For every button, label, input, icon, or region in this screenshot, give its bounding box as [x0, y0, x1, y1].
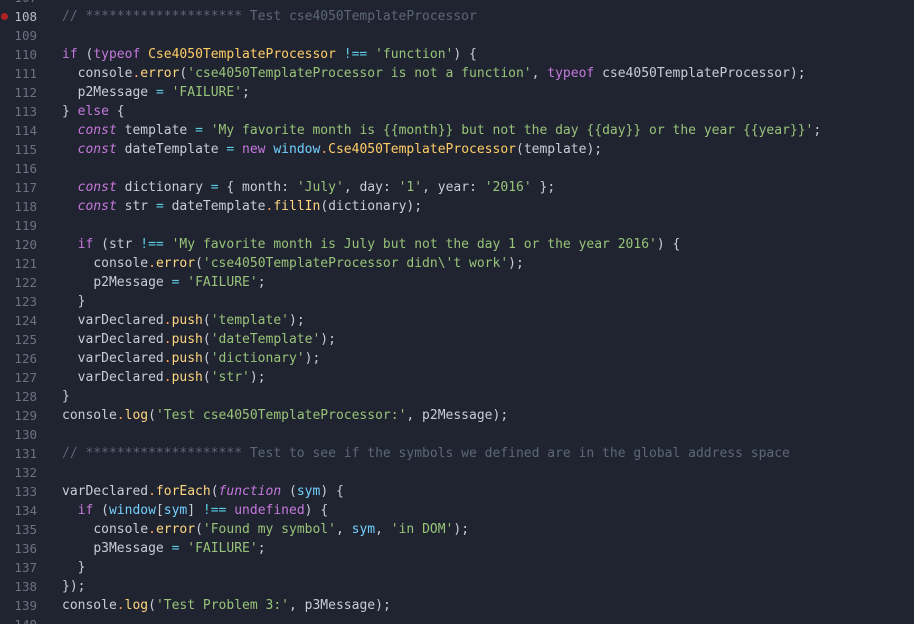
code-text: if (typeof Cse4050TemplateProcessor !== …: [62, 47, 477, 62]
code-text: const dateTemplate = new window.Cse4050T…: [77, 142, 603, 157]
line-number[interactable]: 123: [0, 292, 37, 311]
line-number[interactable]: 139: [0, 596, 37, 615]
code-line[interactable]: 124 varDeclared.push('template');: [0, 311, 914, 330]
line-number[interactable]: 111: [0, 64, 37, 83]
code-line[interactable]: 138});: [0, 577, 914, 596]
line-number[interactable]: 121: [0, 254, 37, 273]
line-number[interactable]: 140: [0, 615, 37, 624]
code-text: const template = 'My favorite month is {…: [77, 123, 822, 138]
line-number[interactable]: 112: [0, 83, 37, 102]
code-line[interactable]: 135 console.error('Found my symbol', sym…: [0, 520, 914, 539]
line-number[interactable]: 131: [0, 444, 37, 463]
line-number[interactable]: 115: [0, 140, 37, 159]
code-line[interactable]: 107: [0, 0, 914, 7]
code-line[interactable]: 123 }: [0, 292, 914, 311]
code-text: });: [62, 579, 86, 594]
code-text: varDeclared.push('dateTemplate');: [77, 332, 336, 347]
code-text: varDeclared.push('str');: [77, 370, 266, 385]
line-number[interactable]: 113: [0, 102, 37, 121]
code-line[interactable]: 114 const template = 'My favorite month …: [0, 121, 914, 140]
code-line[interactable]: 121 console.error('cse4050TemplateProces…: [0, 254, 914, 273]
code-line[interactable]: 130: [0, 425, 914, 444]
code-text: p3Message = 'FAILURE';: [93, 541, 266, 556]
line-number[interactable]: 119: [0, 216, 37, 235]
code-text: } else {: [62, 104, 125, 119]
line-number[interactable]: 126: [0, 349, 37, 368]
code-text: console.log('Test cse4050TemplateProcess…: [62, 408, 509, 423]
line-number[interactable]: 129: [0, 406, 37, 425]
code-text: varDeclared.push('dictionary');: [77, 351, 321, 366]
code-text: console.error('cse4050TemplateProcessor …: [93, 256, 524, 271]
code-line[interactable]: 119: [0, 216, 914, 235]
line-number[interactable]: 128: [0, 387, 37, 406]
line-number[interactable]: 125: [0, 330, 37, 349]
code-text: const str = dateTemplate.fillIn(dictiona…: [77, 199, 423, 214]
code-text: p2Message = 'FAILURE';: [93, 275, 266, 290]
code-line[interactable]: 131 // ******************** Test to see i…: [0, 444, 914, 463]
line-number[interactable]: 107: [0, 0, 37, 7]
line-number[interactable]: 137: [0, 558, 37, 577]
code-text: // ******************** Test to see if t…: [62, 446, 790, 461]
code-text: // ******************** Test cse4050Temp…: [62, 9, 477, 24]
code-line[interactable]: 133 varDeclared.forEach(function (sym) {: [0, 482, 914, 501]
code-text: if (window[sym] !== undefined) {: [77, 503, 329, 518]
line-number[interactable]: 133: [0, 482, 37, 501]
line-number[interactable]: 127: [0, 368, 37, 387]
code-line[interactable]: 132: [0, 463, 914, 482]
line-number[interactable]: 122: [0, 273, 37, 292]
code-line[interactable]: 112 p2Message = 'FAILURE';: [0, 83, 914, 102]
line-number[interactable]: 134: [0, 501, 37, 520]
code-editor[interactable]: 107108// ******************** Test cse40…: [0, 0, 914, 624]
code-line[interactable]: 136 p3Message = 'FAILURE';: [0, 539, 914, 558]
code-line[interactable]: 129 console.log('Test cse4050TemplateProc…: [0, 406, 914, 425]
code-text: }: [62, 389, 70, 404]
line-number[interactable]: 124: [0, 311, 37, 330]
line-number[interactable]: 120: [0, 235, 37, 254]
code-text: console.log('Test Problem 3:', p3Message…: [62, 598, 391, 613]
code-line[interactable]: 122 p2Message = 'FAILURE';: [0, 273, 914, 292]
line-number[interactable]: 109: [0, 26, 37, 45]
line-number[interactable]: 110: [0, 45, 37, 64]
code-line[interactable]: 139 console.log('Test Problem 3:', p3Mess…: [0, 596, 914, 615]
code-text: varDeclared.push('template');: [77, 313, 305, 328]
code-text: if (str !== 'My favorite month is July b…: [77, 237, 681, 252]
code-line[interactable]: 127 varDeclared.push('str');: [0, 368, 914, 387]
code-line[interactable]: 126 varDeclared.push('dictionary');: [0, 349, 914, 368]
line-number[interactable]: 118: [0, 197, 37, 216]
line-number[interactable]: 116: [0, 159, 37, 178]
code-line[interactable]: 118 const str = dateTemplate.fillIn(dict…: [0, 197, 914, 216]
line-number[interactable]: 135: [0, 520, 37, 539]
line-number[interactable]: 136: [0, 539, 37, 558]
code-lines: 107108// ******************** Test cse40…: [0, 0, 914, 624]
line-number[interactable]: 132: [0, 463, 37, 482]
line-number[interactable]: 117: [0, 178, 37, 197]
line-number[interactable]: 130: [0, 425, 37, 444]
code-line[interactable]: 115 const dateTemplate = new window.Cse4…: [0, 140, 914, 159]
code-line[interactable]: 113 } else {: [0, 102, 914, 121]
code-line[interactable]: 128}: [0, 387, 914, 406]
code-text: }: [77, 560, 86, 575]
code-text: console.error('Found my symbol', sym, 'i…: [93, 522, 470, 537]
code-line[interactable]: 137 }: [0, 558, 914, 577]
code-line[interactable]: 110 if (typeof Cse4050TemplateProcessor !…: [0, 45, 914, 64]
code-text: const dictionary = { month: 'July', day:…: [77, 180, 556, 195]
code-line[interactable]: 111 console.error('cse4050TemplateProces…: [0, 64, 914, 83]
code-line[interactable]: 109: [0, 26, 914, 45]
code-text: varDeclared.forEach(function (sym) {: [62, 484, 344, 499]
code-line[interactable]: 134 if (window[sym] !== undefined) {: [0, 501, 914, 520]
code-line[interactable]: 125 varDeclared.push('dateTemplate');: [0, 330, 914, 349]
code-line[interactable]: 117 const dictionary = { month: 'July', …: [0, 178, 914, 197]
breakpoint-icon[interactable]: [1, 13, 8, 20]
code-line[interactable]: 140: [0, 615, 914, 624]
line-number[interactable]: 114: [0, 121, 37, 140]
code-text: }: [77, 294, 86, 309]
code-line[interactable]: 116: [0, 159, 914, 178]
code-text: p2Message = 'FAILURE';: [77, 85, 250, 100]
code-line[interactable]: 108// ******************** Test cse4050T…: [0, 7, 914, 26]
code-line[interactable]: 120 if (str !== 'My favorite month is Ju…: [0, 235, 914, 254]
code-text: console.error('cse4050TemplateProcessor …: [77, 66, 806, 81]
line-number[interactable]: 138: [0, 577, 37, 596]
